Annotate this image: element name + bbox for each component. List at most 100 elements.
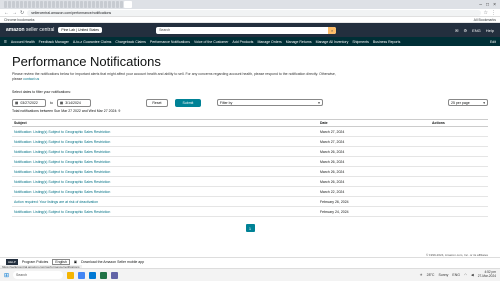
nav-item[interactable]: Add Products [232,40,253,44]
amazon-logo[interactable]: amazon seller central [6,27,54,33]
edge-icon[interactable] [89,271,97,279]
notification-subject-link[interactable]: Notification: Listing(s) Subject to Geog… [12,176,318,188]
search-input[interactable]: Search ⌕ [156,26,337,34]
wifi-icon[interactable]: ◠ [464,273,467,277]
clock[interactable]: 4:52 pm 27-Mar-2024 [478,271,496,278]
mail-icon[interactable]: ✉ [455,28,458,33]
browser-tab[interactable] [56,1,59,8]
browser-tab[interactable] [72,1,75,8]
browser-tab[interactable] [52,1,55,8]
notification-subject-link[interactable]: Notification: Listing(s) Subject to Geog… [12,126,318,138]
windows-start-icon[interactable]: ⊞ [4,272,9,279]
browser-tab-active[interactable] [124,1,132,8]
browser-tab[interactable] [32,1,35,8]
tray-language[interactable]: ENG [452,273,460,277]
browser-tab[interactable] [48,1,51,8]
back-icon[interactable]: ← [4,10,9,16]
to-date-input[interactable]: ▦ 3/14/2024 [56,98,91,107]
nav-item[interactable]: Manage Returns [286,40,312,44]
browser-tab[interactable] [44,1,47,8]
all-bookmarks[interactable]: All Bookmarks [474,18,496,22]
browser-tab[interactable] [104,1,107,8]
nav-item[interactable]: Feedback Manager [39,40,69,44]
notification-subject-link[interactable]: Notification: Listing(s) Subject to Geog… [12,146,318,158]
notification-subject-link[interactable]: Notification: Listing(s) Subject to Geog… [12,136,318,148]
browser-tab[interactable] [36,1,39,8]
nav-item[interactable]: Shipments [352,40,369,44]
browser-tab[interactable] [68,1,71,8]
nav-item[interactable]: Chargeback Claims [115,40,146,44]
browser-tab[interactable] [120,1,123,8]
search-icon[interactable]: ⌕ [328,26,337,34]
nav-item[interactable]: Business Reports [373,40,400,44]
file-explorer-icon[interactable] [67,271,75,279]
notification-subject-link[interactable]: Notification: Listing(s) Subject to Geog… [12,166,318,178]
volume-icon[interactable]: ◀ [471,273,474,277]
browser-tab[interactable] [40,1,43,8]
notification-subject-link[interactable]: Notification: Listing(s) Subject to Geog… [12,186,318,198]
nav-item[interactable]: Voice of the Customer [194,40,228,44]
excel-icon[interactable] [100,271,108,279]
browser-tab[interactable] [84,1,87,8]
program-policies-link[interactable]: Program Policies [22,260,48,264]
nav-item[interactable]: A-to-z Guarantee Claims [73,40,112,44]
help-button[interactable]: HELP [6,258,18,265]
per-page-select[interactable]: 25 per page ▾ [448,99,488,107]
edit-nav-link[interactable]: Edit [490,40,496,44]
menu-dots-icon[interactable]: ⋮ [491,10,496,16]
browser-tab[interactable] [28,1,31,8]
filter-by-select[interactable]: Filter by ▾ [216,99,323,107]
reset-button[interactable]: Reset [145,98,168,107]
download-app-link[interactable]: Download the Amazon Seller mobile app [81,260,144,264]
browser-tab[interactable] [24,1,27,8]
chrome-icon[interactable] [78,271,86,279]
browser-tab[interactable] [64,1,67,8]
forward-icon[interactable]: → [12,10,17,16]
url-input[interactable]: sellercentral.amazon.com/performance/not… [27,9,481,16]
gear-icon[interactable]: ⚙ [464,28,468,33]
nav-item[interactable]: Manage Orders [257,40,281,44]
page-1-button[interactable]: 1 [245,224,255,233]
browser-tab[interactable] [116,1,119,8]
browser-tab[interactable] [76,1,79,8]
table-row: Action required: Your listings are at ri… [12,196,488,208]
hamburger-icon[interactable]: ≡ [4,39,7,45]
browser-tab[interactable] [80,1,83,8]
nav-item[interactable]: Manage All Inventory [316,40,349,44]
bookmark-item[interactable]: Chrome bookmarks [4,18,35,22]
maximize-icon[interactable]: □ [486,2,489,8]
reload-icon[interactable]: ↻ [20,10,24,16]
submit-button[interactable]: Submit [174,98,201,107]
browser-tab[interactable] [112,1,115,8]
nav-item[interactable]: Account Health [11,40,35,44]
close-icon[interactable]: × [493,2,496,8]
taskbar-search-text: Search [16,273,28,277]
from-date-input[interactable]: ▦ 03/27/2022 [12,98,46,107]
store-selector[interactable]: Pine Lab | United States [58,27,103,33]
minimize-icon[interactable]: – [479,2,482,8]
notification-subject-link[interactable]: Notification: Listing(s) Subject to Geog… [12,206,318,218]
notification-subject-link[interactable]: Notification: Listing(s) Subject to Geog… [12,156,318,168]
header-right: ✉ ⚙ ENG Help [455,28,494,33]
taskbar-search[interactable]: Search [13,271,64,279]
browser-tab[interactable] [4,1,7,8]
language-selector[interactable]: ENG [472,28,481,33]
browser-tab[interactable] [12,1,15,8]
browser-tab[interactable] [88,1,91,8]
language-select[interactable]: English [52,258,70,265]
browser-tab[interactable] [20,1,23,8]
browser-tab[interactable] [60,1,63,8]
browser-tab[interactable] [16,1,19,8]
browser-tab[interactable] [8,1,11,8]
browser-tab[interactable] [100,1,103,8]
star-icon[interactable]: ☆ [484,10,488,16]
page-title: Performance Notifications [12,54,161,69]
nav-item[interactable]: Performance Notifications [150,40,190,44]
browser-tab[interactable] [108,1,111,8]
contact-us-link[interactable]: contact us [23,77,39,81]
help-link[interactable]: Help [486,28,494,33]
browser-tab[interactable] [92,1,95,8]
browser-tab[interactable] [96,1,99,8]
notification-subject-link[interactable]: Action required: Your listings are at ri… [12,196,318,208]
teams-icon[interactable] [111,271,119,279]
